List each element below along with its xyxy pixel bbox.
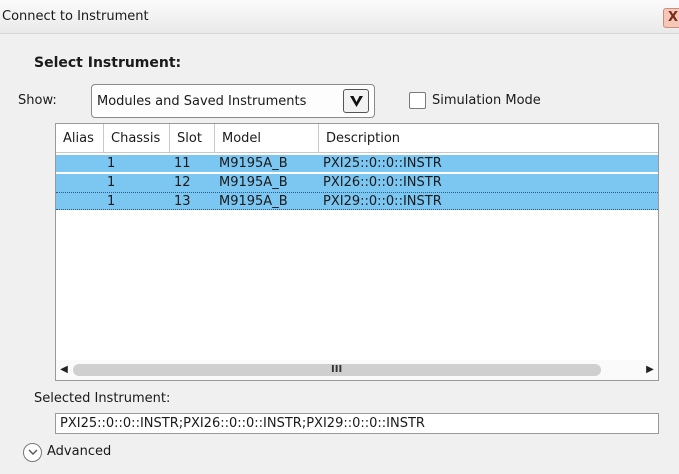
simulation-mode-checkbox[interactable] (409, 92, 426, 109)
table-row[interactable]: 1 13 M9195A_B PXI29::0::0::INSTR (56, 192, 658, 210)
scroll-thumb[interactable]: III (73, 364, 601, 376)
show-dropdown-value: Modules and Saved Instruments (97, 94, 307, 109)
description-cell: PXI25::0::0::INSTR (323, 156, 442, 171)
description-cell: PXI29::0::0::INSTR (323, 194, 442, 209)
horizontal-scrollbar[interactable]: ◀ III ▶ (56, 360, 658, 380)
column-header-alias[interactable]: Alias (56, 124, 104, 153)
chevron-down-circle-icon[interactable] (23, 443, 42, 462)
slot-cell: 11 (174, 156, 191, 171)
column-header-description[interactable]: Description (319, 124, 658, 153)
scroll-left-arrow-icon[interactable]: ◀ (56, 362, 72, 378)
slot-cell: 12 (174, 175, 191, 190)
column-header-chassis[interactable]: Chassis (104, 124, 170, 153)
chevron-down-icon (350, 96, 363, 107)
advanced-toggle-label[interactable]: Advanced (47, 444, 111, 459)
table-header: Alias Chassis Slot Model Description (56, 124, 658, 153)
model-cell: M9195A_B (219, 194, 288, 209)
selected-instrument-label: Selected Instrument: (34, 391, 171, 406)
slot-cell: 13 (174, 194, 191, 209)
model-cell: M9195A_B (219, 156, 288, 171)
chassis-cell: 1 (107, 194, 116, 209)
dropdown-arrow-button[interactable] (343, 89, 369, 113)
table-row[interactable]: 1 12 M9195A_B PXI26::0::0::INSTR (56, 174, 658, 192)
table-row[interactable]: 1 11 M9195A_B PXI25::0::0::INSTR (56, 155, 658, 173)
show-label: Show: (18, 93, 57, 108)
column-header-model[interactable]: Model (215, 124, 319, 153)
model-cell: M9195A_B (219, 175, 288, 190)
scroll-right-arrow-icon[interactable]: ▶ (642, 362, 658, 378)
selected-instrument-field[interactable]: PXI25::0::0::INSTR;PXI26::0::0::INSTR;PX… (55, 413, 659, 434)
select-instrument-heading: Select Instrument: (34, 55, 182, 71)
column-header-slot[interactable]: Slot (170, 124, 215, 153)
close-button[interactable]: X (663, 8, 679, 28)
chassis-cell: 1 (107, 156, 116, 171)
scroll-grip: III (331, 364, 343, 375)
window-title: Connect to Instrument (2, 9, 149, 24)
chassis-cell: 1 (107, 175, 116, 190)
title-bar: Connect to Instrument X (0, 0, 679, 34)
selected-instrument-value: PXI25::0::0::INSTR;PXI26::0::0::INSTR;PX… (60, 416, 425, 431)
instrument-table[interactable]: Alias Chassis Slot Model Description 1 1… (55, 123, 659, 381)
show-dropdown[interactable]: Modules and Saved Instruments (91, 84, 375, 118)
description-cell: PXI26::0::0::INSTR (323, 175, 442, 190)
simulation-mode-label: Simulation Mode (432, 93, 541, 108)
